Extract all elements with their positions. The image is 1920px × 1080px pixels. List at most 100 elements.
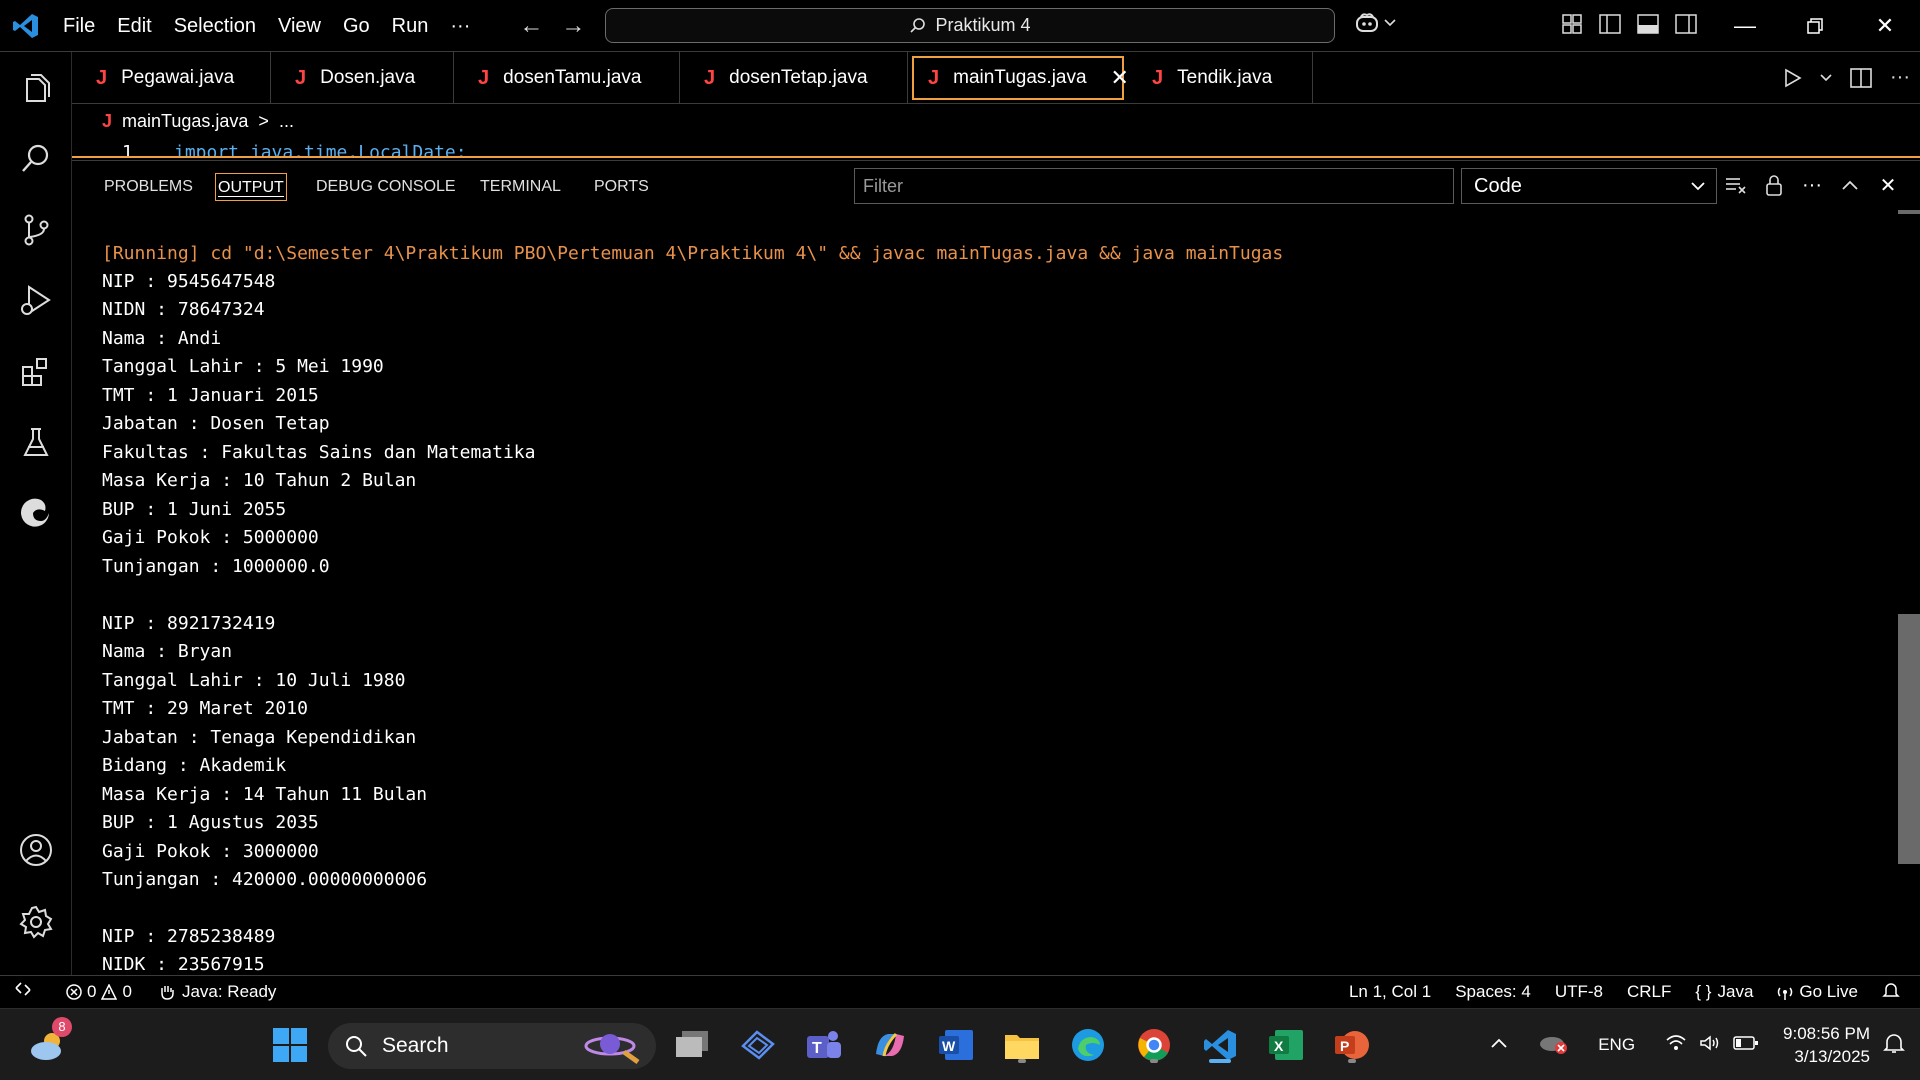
file-explorer-icon[interactable] [1000, 1023, 1044, 1067]
tab-dosentetap[interactable]: J dosenTetap.java [680, 52, 908, 104]
weather-widget[interactable]: 8 [26, 1017, 72, 1067]
toggle-primary-sidebar-icon[interactable] [1598, 12, 1622, 36]
encoding[interactable]: UTF-8 [1555, 982, 1603, 1002]
tab-dosen[interactable]: J Dosen.java [271, 52, 454, 104]
extensions-icon[interactable] [16, 352, 56, 392]
tab-label: Pegawai.java [121, 67, 235, 88]
copilot-icon [1356, 13, 1378, 32]
tab-debug-console[interactable]: DEBUG CONSOLE [314, 173, 458, 201]
testing-icon[interactable] [16, 422, 56, 462]
tab-pegawai[interactable]: J Pegawai.java [72, 52, 271, 104]
wifi-icon[interactable] [1665, 1034, 1687, 1057]
indentation[interactable]: Spaces: 4 [1455, 982, 1531, 1002]
split-editor-icon[interactable] [1850, 67, 1872, 88]
java-file-icon: J [295, 66, 307, 89]
output-line: TMT : 29 Maret 2010 [102, 698, 308, 719]
vscode-taskbar-icon[interactable] [1198, 1023, 1242, 1067]
end-of-line[interactable]: CRLF [1627, 982, 1671, 1002]
restore-button[interactable] [1780, 0, 1850, 52]
powerpoint-icon[interactable]: P [1330, 1023, 1374, 1067]
minimize-button[interactable]: — [1710, 0, 1780, 52]
menu-view[interactable]: View [267, 0, 332, 52]
menu-file[interactable]: File [52, 0, 106, 52]
edge-devtools-icon[interactable] [16, 492, 56, 532]
tab-terminal[interactable]: TERMINAL [478, 173, 563, 201]
menu-selection[interactable]: Selection [163, 0, 267, 52]
input-language[interactable]: ENG [1598, 1035, 1635, 1055]
edge-icon[interactable] [1066, 1023, 1110, 1067]
more-actions-icon[interactable]: ··· [1800, 173, 1824, 197]
chevron-down-icon[interactable] [1820, 73, 1832, 82]
volume-icon[interactable] [1699, 1034, 1721, 1057]
editor-tabs: J Pegawai.java J Dosen.java J dosenTamu.… [72, 52, 1920, 104]
tab-ports[interactable]: PORTS [592, 173, 651, 201]
run-play-icon[interactable] [1782, 68, 1802, 88]
hand-icon [161, 985, 174, 1000]
output-view[interactable]: [Running] cd "d:\Semester 4\Praktikum PB… [72, 210, 1920, 975]
cursor-position[interactable]: Ln 1, Col 1 [1349, 982, 1431, 1002]
menu-run[interactable]: Run [381, 0, 440, 52]
more-actions-icon[interactable]: ··· [1890, 66, 1910, 89]
go-live-button[interactable]: Go Live [1777, 982, 1858, 1002]
clear-output-icon[interactable] [1724, 173, 1748, 197]
editor-peek[interactable]: 1 import java.time.LocalDate; [72, 138, 1920, 158]
task-view-icon[interactable] [670, 1023, 714, 1067]
search-icon[interactable] [16, 138, 56, 178]
maximize-panel-icon[interactable] [1838, 173, 1862, 197]
output-channel-select[interactable]: Code [1461, 168, 1717, 204]
settings-gear-icon[interactable] [16, 902, 56, 942]
taskbar-search[interactable]: Search [328, 1023, 656, 1069]
language-mode[interactable]: { } Java [1695, 982, 1753, 1002]
close-tab-icon[interactable]: ✕ [1111, 65, 1129, 91]
menu-edit[interactable]: Edit [106, 0, 162, 52]
excel-icon[interactable]: X [1264, 1023, 1308, 1067]
battery-icon[interactable] [1733, 1035, 1759, 1056]
customize-layout-icon[interactable] [1560, 12, 1584, 36]
output-line: Jabatan : Tenaga Kependidikan [102, 727, 417, 748]
toggle-panel-icon[interactable] [1636, 12, 1660, 36]
tab-dosentamu[interactable]: J dosenTamu.java [454, 52, 680, 104]
tab-tendik[interactable]: J Tendik.java [1128, 52, 1313, 104]
clock[interactable]: 9:08:56 PM 3/13/2025 [1783, 1022, 1882, 1068]
problems-status[interactable]: 0 0 [66, 982, 132, 1002]
chrome-icon[interactable] [1132, 1023, 1176, 1067]
word-icon[interactable]: W [934, 1023, 978, 1067]
close-panel-icon[interactable]: ✕ [1876, 173, 1900, 197]
onedrive-icon[interactable] [1538, 1032, 1568, 1059]
java-status[interactable]: Java: Ready [158, 982, 276, 1002]
tab-problems[interactable]: PROBLEMS [102, 173, 195, 201]
scrollbar-thumb[interactable] [1898, 614, 1920, 864]
explorer-icon[interactable] [16, 68, 56, 108]
copilot-app-icon[interactable] [736, 1023, 780, 1067]
command-center-label: Praktikum 4 [935, 15, 1031, 35]
menu-go[interactable]: Go [332, 0, 381, 52]
copilot-button[interactable] [1354, 12, 1396, 34]
back-arrow-icon[interactable]: ← [519, 12, 543, 40]
active-indicator [1209, 1059, 1231, 1063]
notifications-bell-icon[interactable] [1882, 981, 1900, 1004]
remote-icon[interactable] [14, 980, 32, 1003]
filter-input[interactable]: Filter [854, 168, 1454, 204]
command-center-search[interactable]: Praktikum 4 [605, 8, 1335, 43]
tab-output[interactable]: OUTPUT [215, 173, 287, 201]
start-button[interactable] [268, 1023, 312, 1067]
java-file-icon: J [928, 66, 940, 89]
close-window-button[interactable]: ✕ [1850, 0, 1920, 52]
accounts-icon[interactable] [16, 830, 56, 870]
breadcrumb-file[interactable]: mainTugas.java [122, 111, 248, 132]
teams-icon[interactable]: T [802, 1023, 846, 1067]
scroll-marker [1898, 210, 1920, 214]
menu-more[interactable]: ··· [439, 0, 481, 52]
source-control-icon[interactable] [16, 210, 56, 250]
tab-maintugas[interactable]: J mainTugas.java ✕ [912, 56, 1129, 100]
run-debug-icon[interactable] [16, 280, 56, 320]
lock-scroll-icon[interactable] [1762, 173, 1786, 197]
copilot-icon[interactable] [868, 1023, 912, 1067]
toggle-secondary-sidebar-icon[interactable] [1674, 12, 1698, 36]
notifications-bell-icon[interactable] [1882, 1031, 1906, 1060]
show-hidden-icons-icon[interactable] [1490, 1036, 1508, 1054]
panel-header: PROBLEMS OUTPUT DEBUG CONSOLE TERMINAL P… [72, 160, 1920, 210]
forward-arrow-icon[interactable]: → [561, 12, 585, 40]
breadcrumb: J mainTugas.java > ... [72, 104, 1920, 138]
breadcrumb-symbol[interactable]: ... [279, 111, 294, 132]
